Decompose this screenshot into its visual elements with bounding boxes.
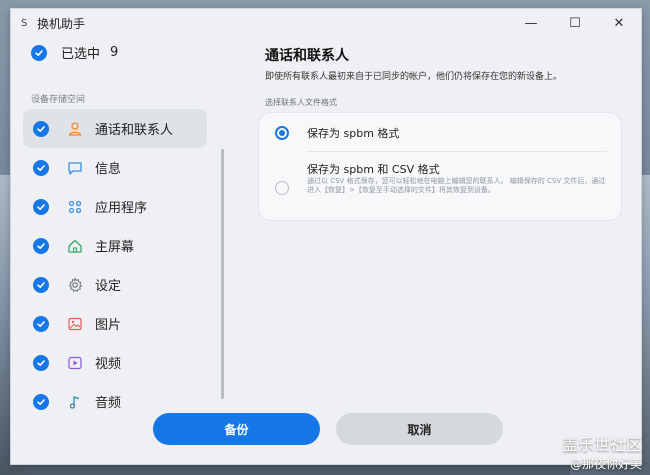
sidebar: 已选中 9 设备存储空间 通话和联系人 信息 应用程序 主屏幕 设定 图片 视频… [11,37,226,411]
sidebar-item-video[interactable]: 视频 [23,343,207,382]
content-panel: 通话和联系人 即使所有联系人最初来自于已同步的帐户，他们仍将保存在您的新设备上。… [249,37,629,407]
home-icon [67,238,83,254]
page-description: 即使所有联系人最初来自于已同步的帐户，他们仍将保存在您的新设备上。 [265,72,563,82]
home-screen-checkbox[interactable] [33,237,49,254]
apps-icon [67,199,83,215]
watermark: 盖乐世社区 @那夜你好美 [562,431,642,472]
messages-checkbox[interactable] [33,159,49,176]
image-icon [67,316,83,332]
checkmark-icon [37,164,45,171]
person-icon [67,121,83,137]
backup-button[interactable]: 备份 [153,413,320,445]
close-icon: ✕ [613,15,625,31]
sidebar-item-label: 主屏幕 [95,240,135,255]
minimize-icon: — [524,15,538,31]
sidebar-item-label: 设定 [95,279,122,294]
select-all-checkbox[interactable] [31,44,47,61]
watermark-line-2: @那夜你好美 [569,457,642,471]
checkmark-icon [37,125,45,132]
checkmark-icon [35,49,43,56]
option-label: 保存为 spbm 和 CSV 格式 [307,163,440,176]
title-bar: S 换机助手 — ☐ ✕ [11,9,641,37]
radio-button-unselected[interactable] [275,181,289,195]
message-icon [67,160,83,176]
sidebar-item-images[interactable]: 图片 [23,304,207,343]
contacts-checkbox[interactable] [33,120,49,137]
checkmark-icon [37,359,45,366]
maximize-button[interactable]: ☐ [553,9,597,37]
checkmark-icon [37,203,45,210]
option-label: 保存为 spbm 格式 [307,127,400,140]
window-controls: — ☐ ✕ [509,9,641,37]
selected-count: 9 [110,45,119,60]
checkmark-icon [37,320,45,327]
select-all-row[interactable]: 已选中 9 [31,43,118,62]
category-list: 通话和联系人 信息 应用程序 主屏幕 设定 图片 视频 音频 [23,109,207,421]
sidebar-item-label: 通话和联系人 [95,123,174,138]
maximize-icon: ☐ [569,15,581,31]
sidebar-item-contacts[interactable]: 通话和联系人 [23,109,207,148]
selected-label: 已选中 [61,47,101,62]
sidebar-item-settings[interactable]: 设定 [23,265,207,304]
option-description: 通过以 CSV 格式保存，您可以轻松地在电脑上编辑您的联系人。 编辑保存的 CS… [307,177,606,194]
cancel-button[interactable]: 取消 [336,413,503,445]
action-bar: 备份 取消 [11,407,641,464]
gear-icon [67,276,83,293]
minimize-button[interactable]: — [509,9,553,37]
watermark-line-1: 盖乐世社区 [561,435,642,454]
section-label: 设备存储空间 [31,95,86,105]
images-checkbox[interactable] [33,315,49,332]
sidebar-scrollbar[interactable] [221,149,224,399]
sidebar-item-apps[interactable]: 应用程序 [23,187,207,226]
page-title: 通话和联系人 [265,48,349,64]
app-window: S 换机助手 — ☐ ✕ 已选中 9 设备存储空间 通话和联系人 信息 应用程序… [10,8,642,465]
video-checkbox[interactable] [33,354,49,371]
video-icon [67,355,83,371]
sidebar-item-messages[interactable]: 信息 [23,148,207,187]
checkmark-icon [37,242,45,249]
sidebar-item-label: 应用程序 [95,201,148,216]
format-options-card: 保存为 spbm 格式 保存为 spbm 和 CSV 格式 通过以 CSV 格式… [259,113,621,220]
close-button[interactable]: ✕ [597,9,641,37]
sidebar-item-label: 图片 [95,318,122,333]
sidebar-item-home-screen[interactable]: 主屏幕 [23,226,207,265]
app-logo-icon: S [21,17,28,29]
format-section-label: 选择联系人文件格式 [265,98,337,107]
checkmark-icon [37,398,45,405]
divider [307,151,607,152]
sidebar-item-label: 信息 [95,162,122,177]
window-title: 换机助手 [37,16,86,31]
sidebar-item-label: 视频 [95,357,122,372]
checkmark-icon [37,281,45,288]
option-spbm[interactable]: 保存为 spbm 格式 [275,125,399,141]
settings-checkbox[interactable] [33,276,49,293]
apps-checkbox[interactable] [33,198,49,215]
radio-button-selected[interactable] [275,126,289,140]
